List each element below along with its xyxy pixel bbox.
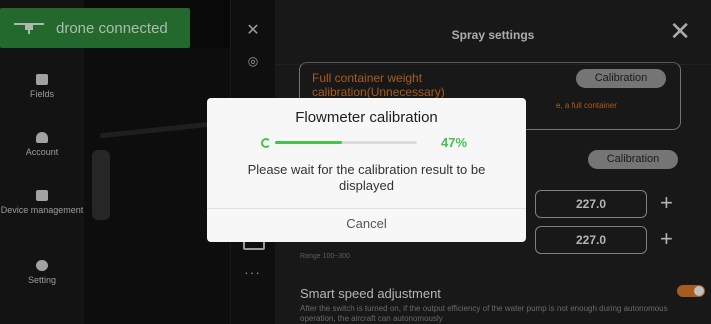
app-root: Fields Account Device management Setting… bbox=[0, 0, 711, 324]
flowmeter-calibration-dialog: Flowmeter calibration 47% Please wait fo… bbox=[207, 98, 526, 242]
cancel-button[interactable]: Cancel bbox=[207, 209, 526, 242]
progress-fill bbox=[275, 141, 342, 144]
dialog-title: Flowmeter calibration bbox=[295, 109, 438, 126]
progress-bar bbox=[275, 141, 417, 144]
progress-percent: 47% bbox=[441, 135, 468, 150]
loading-spinner-icon bbox=[261, 138, 271, 148]
dialog-message: Please wait for the calibration result t… bbox=[247, 162, 486, 193]
